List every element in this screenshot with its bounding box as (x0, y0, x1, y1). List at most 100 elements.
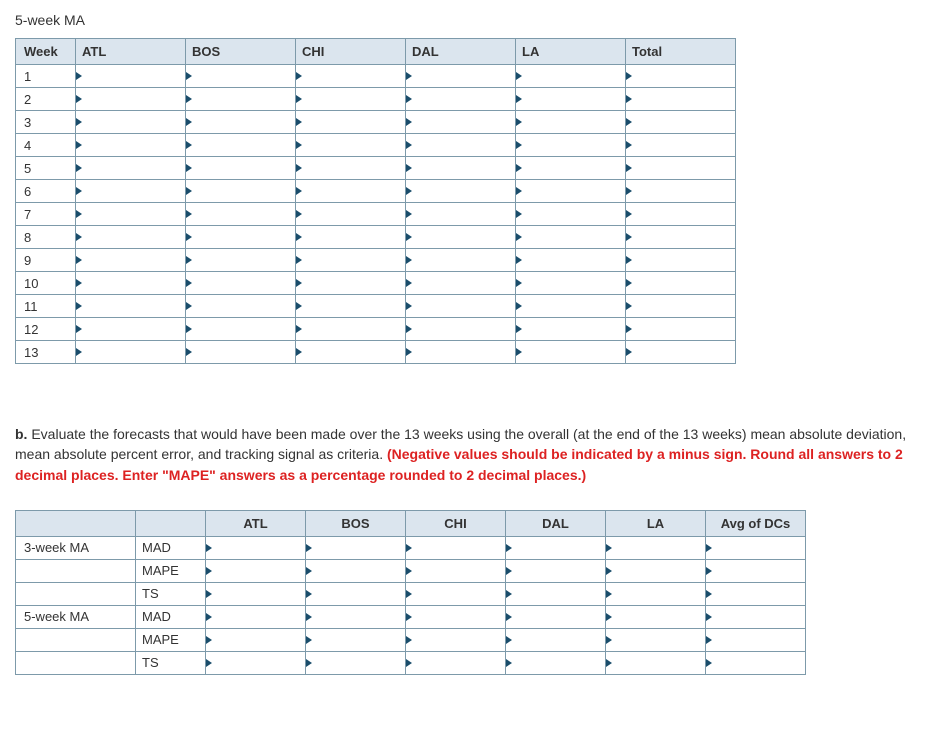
input-cell[interactable] (76, 272, 186, 295)
input-cell[interactable] (706, 582, 806, 605)
input-cell[interactable] (186, 295, 296, 318)
input-cell[interactable] (186, 134, 296, 157)
input-cell[interactable] (76, 88, 186, 111)
input-cell[interactable] (516, 295, 626, 318)
input-cell[interactable] (406, 536, 506, 559)
input-cell[interactable] (406, 65, 516, 88)
input-cell[interactable] (76, 318, 186, 341)
input-cell[interactable] (406, 582, 506, 605)
input-cell[interactable] (706, 536, 806, 559)
input-cell[interactable] (406, 341, 516, 364)
input-cell[interactable] (626, 134, 736, 157)
input-cell[interactable] (406, 605, 506, 628)
input-cell[interactable] (306, 605, 406, 628)
input-cell[interactable] (296, 65, 406, 88)
input-cell[interactable] (296, 111, 406, 134)
input-cell[interactable] (506, 559, 606, 582)
input-cell[interactable] (206, 536, 306, 559)
input-cell[interactable] (186, 318, 296, 341)
input-cell[interactable] (76, 341, 186, 364)
input-cell[interactable] (406, 88, 516, 111)
input-cell[interactable] (506, 628, 606, 651)
input-cell[interactable] (516, 249, 626, 272)
input-cell[interactable] (626, 88, 736, 111)
input-cell[interactable] (206, 605, 306, 628)
input-cell[interactable] (76, 203, 186, 226)
input-cell[interactable] (186, 203, 296, 226)
input-cell[interactable] (206, 559, 306, 582)
input-cell[interactable] (296, 157, 406, 180)
input-cell[interactable] (626, 295, 736, 318)
input-cell[interactable] (516, 226, 626, 249)
input-cell[interactable] (516, 180, 626, 203)
input-cell[interactable] (706, 605, 806, 628)
input-cell[interactable] (76, 226, 186, 249)
input-cell[interactable] (516, 88, 626, 111)
input-cell[interactable] (626, 65, 736, 88)
input-cell[interactable] (306, 651, 406, 674)
input-cell[interactable] (406, 134, 516, 157)
input-cell[interactable] (296, 341, 406, 364)
input-cell[interactable] (296, 203, 406, 226)
input-cell[interactable] (606, 536, 706, 559)
input-cell[interactable] (606, 628, 706, 651)
input-cell[interactable] (206, 582, 306, 605)
input-cell[interactable] (706, 559, 806, 582)
input-cell[interactable] (406, 180, 516, 203)
input-cell[interactable] (626, 180, 736, 203)
input-cell[interactable] (506, 536, 606, 559)
input-cell[interactable] (186, 88, 296, 111)
input-cell[interactable] (516, 65, 626, 88)
input-cell[interactable] (626, 272, 736, 295)
input-cell[interactable] (76, 295, 186, 318)
input-cell[interactable] (186, 111, 296, 134)
input-cell[interactable] (406, 295, 516, 318)
input-cell[interactable] (296, 295, 406, 318)
input-cell[interactable] (296, 318, 406, 341)
input-cell[interactable] (186, 157, 296, 180)
input-cell[interactable] (76, 249, 186, 272)
input-cell[interactable] (206, 628, 306, 651)
input-cell[interactable] (606, 582, 706, 605)
input-cell[interactable] (516, 134, 626, 157)
input-cell[interactable] (186, 180, 296, 203)
input-cell[interactable] (296, 134, 406, 157)
input-cell[interactable] (626, 341, 736, 364)
input-cell[interactable] (606, 651, 706, 674)
input-cell[interactable] (296, 249, 406, 272)
input-cell[interactable] (186, 226, 296, 249)
input-cell[interactable] (306, 582, 406, 605)
input-cell[interactable] (206, 651, 306, 674)
input-cell[interactable] (76, 111, 186, 134)
input-cell[interactable] (406, 111, 516, 134)
input-cell[interactable] (626, 318, 736, 341)
input-cell[interactable] (306, 559, 406, 582)
input-cell[interactable] (406, 651, 506, 674)
input-cell[interactable] (76, 157, 186, 180)
input-cell[interactable] (626, 249, 736, 272)
input-cell[interactable] (186, 341, 296, 364)
input-cell[interactable] (406, 249, 516, 272)
input-cell[interactable] (506, 582, 606, 605)
input-cell[interactable] (186, 249, 296, 272)
input-cell[interactable] (296, 88, 406, 111)
input-cell[interactable] (76, 134, 186, 157)
input-cell[interactable] (296, 226, 406, 249)
input-cell[interactable] (406, 226, 516, 249)
input-cell[interactable] (626, 226, 736, 249)
input-cell[interactable] (306, 536, 406, 559)
input-cell[interactable] (186, 272, 296, 295)
input-cell[interactable] (516, 157, 626, 180)
input-cell[interactable] (506, 651, 606, 674)
input-cell[interactable] (296, 180, 406, 203)
input-cell[interactable] (406, 318, 516, 341)
input-cell[interactable] (406, 157, 516, 180)
input-cell[interactable] (406, 559, 506, 582)
input-cell[interactable] (706, 651, 806, 674)
input-cell[interactable] (626, 157, 736, 180)
input-cell[interactable] (606, 559, 706, 582)
input-cell[interactable] (406, 272, 516, 295)
input-cell[interactable] (626, 203, 736, 226)
input-cell[interactable] (606, 605, 706, 628)
input-cell[interactable] (506, 605, 606, 628)
